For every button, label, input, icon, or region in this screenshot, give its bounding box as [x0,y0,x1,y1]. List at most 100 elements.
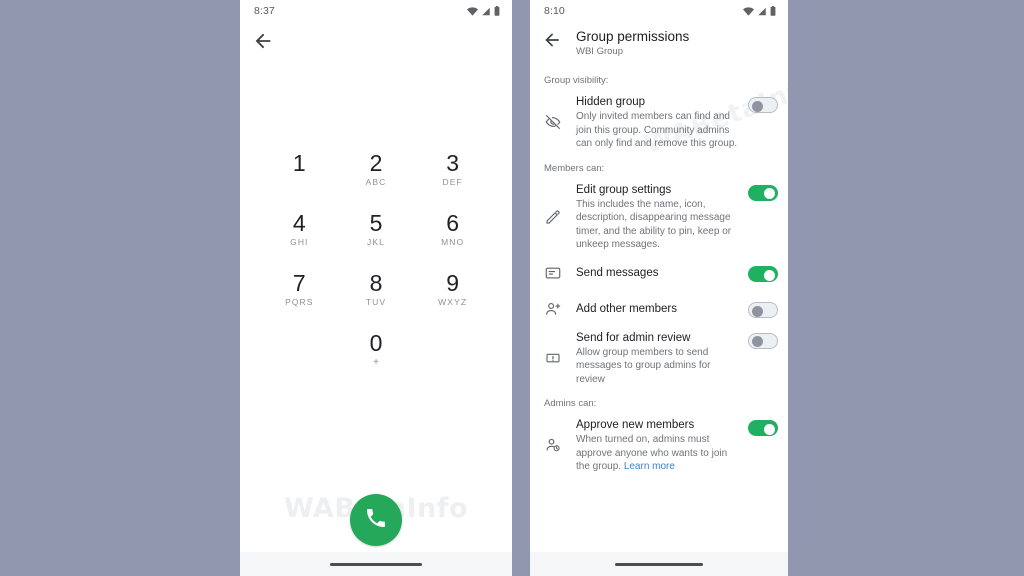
dialpad-key-9[interactable]: 9 WXYZ [414,270,491,308]
gesture-pill[interactable] [615,562,703,566]
permission-texts: Approve new members When turned on, admin… [576,417,748,474]
permission-title: Send for admin review [576,331,691,344]
signal-icon [757,7,767,16]
dialpad-key-2[interactable]: 2 ABC [338,150,415,188]
permission-toggle[interactable] [748,184,778,201]
toggle-knob [763,423,775,435]
permissions-list: Group visibility: Hidden group Only invite… [530,66,788,477]
dialpad-key-letters: MNO [441,237,465,247]
toggle-wrap [748,184,778,201]
permission-title: Edit group settings [576,183,672,196]
dialpad-key-number: 8 [369,270,383,296]
app-bar: Group permissions WBI Group [530,22,788,66]
permission-texts: Send for admin review Allow group members… [576,330,748,387]
person-add-icon [544,300,562,318]
permission-toggle[interactable] [748,420,778,436]
section-label: Group visibility: [544,75,609,86]
call-button[interactable] [350,494,402,546]
section-label: Members can: [544,162,605,174]
permission-toggle[interactable] [748,332,778,349]
battery-icon [494,6,500,16]
toggle-knob [752,100,763,112]
back-arrow-icon[interactable] [252,30,274,52]
permission-toggle[interactable] [748,302,778,318]
dialpad-key-number: 3 [446,150,460,176]
toggle-wrap [748,302,778,318]
toggle-wrap [748,97,778,113]
permission-description-text: This includes the name, icon, descriptio… [576,198,732,251]
permission-texts: Add other members [576,301,748,317]
left-nav-bar [240,552,512,576]
permission-description: Only invited members can find and join t… [576,110,742,151]
permission-row[interactable]: Approve new members When turned on, admin… [530,414,788,477]
right-status-time: 8:10 [544,5,565,17]
permission-row[interactable]: Add other members [530,291,788,327]
dialpad-key-letters: GHI [290,237,309,247]
dialpad-key-number: 4 [292,210,306,236]
dialpad-key-letters: JKL [367,237,385,247]
message-icon [544,264,562,282]
toggle-knob [752,336,763,347]
dialpad-key-letters: DEF [442,177,463,187]
wifi-icon [467,6,478,16]
dialpad-key-8[interactable]: 8 TUV [338,270,415,308]
dialpad-key-letters: + [373,357,379,368]
permission-row[interactable]: Hidden group Only invited members can fin… [530,91,788,154]
left-status-bar: 8:37 [240,0,512,22]
dialpad-key-1[interactable]: 1 [261,150,338,188]
permission-row[interactable]: Edit group settings This includes the nam… [530,179,788,255]
dialpad-key-7[interactable]: 7 PQRS [261,270,338,308]
permission-description: This includes the name, icon, descriptio… [576,198,742,252]
left-back-row [240,22,512,60]
phone-icon [364,506,388,535]
learn-more-link[interactable]: Learn more [624,461,675,472]
permission-toggle[interactable] [748,266,778,282]
permission-texts: Edit group settings This includes the nam… [576,182,748,252]
pencil-icon [544,208,562,226]
gesture-pill[interactable] [330,562,422,566]
left-status-icons [467,6,500,16]
call-button-wrap [240,494,512,546]
review-icon [544,349,562,367]
toggle-wrap [748,266,778,282]
dialpad-key-number: 9 [446,270,460,296]
section-label: Admins can: [544,398,597,409]
permission-title: Approve new members [576,419,695,431]
eye-off-icon [544,113,562,131]
dialpad-key-number: 1 [292,150,306,176]
permission-title: Send messages [576,266,659,279]
dialpad-key-number: 6 [446,210,460,236]
dialpad-key-3[interactable]: 3 DEF [414,150,491,188]
left-phone-screen: 8:37 1 2 ABC 3 DEF 4 GHI 5 JKL 6 MNO 7 PQRS 8 TUV 9 WXYZ… [240,0,512,576]
permission-toggle[interactable] [748,97,778,113]
permission-description-text: Only invited members can find and join t… [576,111,738,149]
dialpad-key-number: 2 [369,150,383,176]
permission-title: Add other members [576,302,677,315]
toggle-knob [763,269,775,281]
dialpad-key-letters: PQRS [285,297,314,307]
back-arrow-icon[interactable] [542,30,562,50]
permission-row[interactable]: Send for admin review Allow group members… [530,327,788,390]
toggle-wrap [748,420,778,436]
dialpad-key-letters: ABC [365,177,387,187]
page-subtitle: WBI Group [576,46,623,57]
toggle-wrap [748,332,778,349]
dialpad-key-0[interactable]: 0 + [338,330,415,368]
dialpad-area: 1 2 ABC 3 DEF 4 GHI 5 JKL 6 MNO 7 PQRS 8 TUV 9 WXYZ 0 + [240,150,512,516]
dialpad-key-number: 0 [369,330,383,356]
permission-row[interactable]: Send messages [530,255,788,291]
permission-description: Allow group members to send messages to … [576,346,742,387]
dialpad-key-5[interactable]: 5 JKL [338,210,415,248]
permission-texts: Send messages [576,265,748,281]
dialpad-keypad[interactable]: 1 2 ABC 3 DEF 4 GHI 5 JKL 6 MNO 7 PQRS 8 TUV 9 WXYZ 0 + [261,150,491,368]
dialpad-key-letters: TUV [365,297,387,307]
person-approve-icon [544,436,562,454]
right-status-icons [743,6,776,16]
page-title: Group permissions [576,29,690,44]
dialpad-key-letters: WXYZ [438,297,468,307]
dialpad-key-4[interactable]: 4 GHI [261,210,338,248]
dialpad-key-6[interactable]: 6 MNO [414,210,491,248]
battery-icon [770,6,776,16]
dialpad-key-number: 7 [292,270,306,296]
left-status-time: 8:37 [254,5,275,17]
